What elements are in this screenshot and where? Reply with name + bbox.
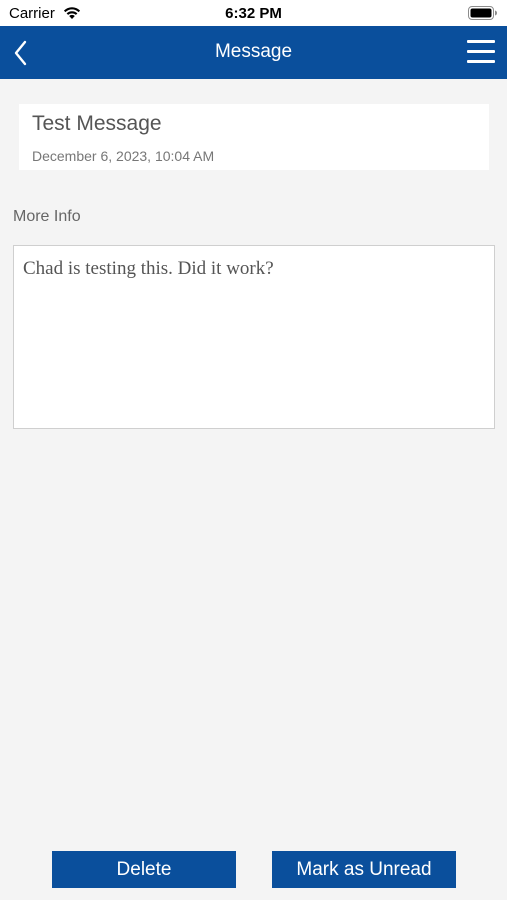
message-date: December 6, 2023, 10:04 AM bbox=[32, 148, 215, 164]
message-screen: Carrier 6:32 PM Message Test Message Dec… bbox=[0, 0, 507, 900]
status-time: 6:32 PM bbox=[225, 5, 282, 22]
nav-bar: Message bbox=[0, 26, 507, 79]
mark-as-unread-button[interactable]: Mark as Unread bbox=[272, 851, 456, 888]
message-body-box: Chad is testing this. Did it work? bbox=[13, 245, 495, 429]
message-header-card: Test Message December 6, 2023, 10:04 AM bbox=[19, 104, 489, 170]
hamburger-menu-icon bbox=[467, 40, 495, 63]
delete-button[interactable]: Delete bbox=[52, 851, 236, 888]
message-title: Test Message bbox=[32, 112, 162, 135]
page-title: Message bbox=[214, 41, 293, 62]
more-info-label: More Info bbox=[13, 208, 81, 225]
battery-icon bbox=[468, 6, 498, 20]
message-body-text: Chad is testing this. Did it work? bbox=[23, 258, 274, 279]
status-bar: Carrier 6:32 PM bbox=[0, 0, 507, 26]
menu-button[interactable] bbox=[467, 39, 495, 65]
